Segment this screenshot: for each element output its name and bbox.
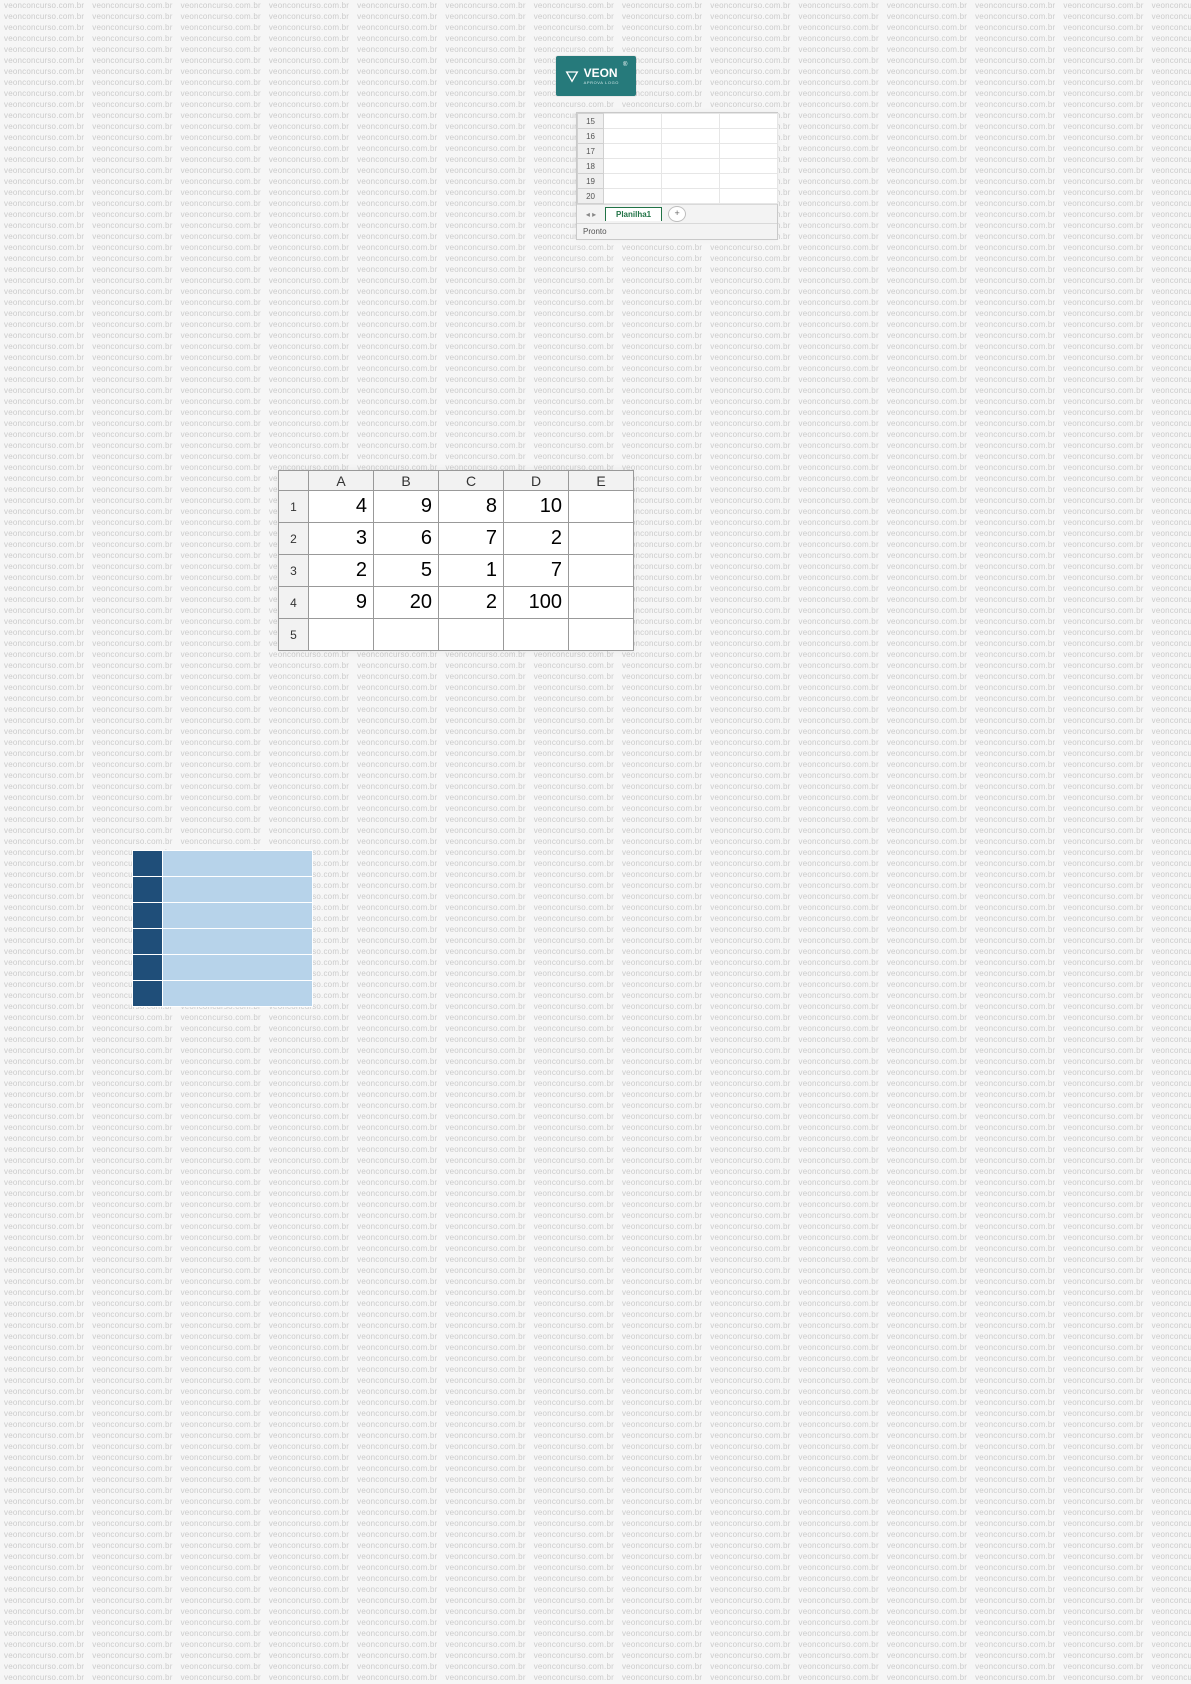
cell[interactable] bbox=[604, 144, 662, 159]
cell[interactable] bbox=[662, 159, 720, 174]
row-header[interactable]: 5 bbox=[279, 619, 309, 651]
column-header[interactable]: D bbox=[504, 471, 569, 491]
row-header[interactable]: 3 bbox=[279, 555, 309, 587]
cell[interactable] bbox=[604, 159, 662, 174]
cell[interactable] bbox=[662, 114, 720, 129]
cell[interactable] bbox=[569, 587, 634, 619]
table-row-body-cell bbox=[163, 929, 313, 955]
cell[interactable] bbox=[504, 619, 569, 651]
cell[interactable]: 8 bbox=[439, 491, 504, 523]
row-header[interactable]: 1 bbox=[279, 491, 309, 523]
cell[interactable] bbox=[720, 159, 778, 174]
select-all-corner[interactable] bbox=[279, 471, 309, 491]
row-header[interactable]: 18 bbox=[578, 159, 604, 174]
nav-prev-icon[interactable]: ◂ ▸ bbox=[577, 210, 605, 219]
cell[interactable]: 9 bbox=[374, 491, 439, 523]
cell[interactable] bbox=[662, 129, 720, 144]
sheet-tab-active[interactable]: Planilha1 bbox=[605, 207, 662, 221]
column-header[interactable]: A bbox=[309, 471, 374, 491]
brand-logo: VEON APROVA LOGO ® bbox=[556, 56, 636, 96]
cell[interactable]: 20 bbox=[374, 587, 439, 619]
cell[interactable]: 2 bbox=[309, 555, 374, 587]
triangle-down-icon bbox=[564, 68, 580, 84]
spreadsheet-tab-snippet: 151617181920 ◂ ▸ Planilha1 + Pronto bbox=[576, 112, 778, 240]
table-row-header-cell bbox=[133, 955, 163, 981]
cell[interactable]: 7 bbox=[504, 555, 569, 587]
cell[interactable]: 4 bbox=[309, 491, 374, 523]
table-row-header-cell bbox=[133, 851, 163, 877]
row-header[interactable]: 15 bbox=[578, 114, 604, 129]
cell[interactable]: 2 bbox=[504, 523, 569, 555]
cell[interactable]: 100 bbox=[504, 587, 569, 619]
table-row-body-cell bbox=[163, 981, 313, 1007]
cell[interactable]: 3 bbox=[309, 523, 374, 555]
spreadsheet-main: ABCDE 1498102367232517492021005 bbox=[278, 470, 634, 651]
table-style-preview bbox=[132, 850, 313, 1007]
table-row-header-cell bbox=[133, 877, 163, 903]
table-row-body-cell bbox=[163, 903, 313, 929]
cell[interactable] bbox=[604, 129, 662, 144]
table-row-body-cell bbox=[163, 877, 313, 903]
row-header[interactable]: 4 bbox=[279, 587, 309, 619]
cell[interactable]: 2 bbox=[439, 587, 504, 619]
cell[interactable] bbox=[662, 144, 720, 159]
table-row-body-cell bbox=[163, 851, 313, 877]
brand-tagline: APROVA LOGO bbox=[584, 80, 619, 85]
cell[interactable] bbox=[569, 491, 634, 523]
row-header[interactable]: 2 bbox=[279, 523, 309, 555]
table-row-body-cell bbox=[163, 955, 313, 981]
column-header[interactable]: E bbox=[569, 471, 634, 491]
cell[interactable] bbox=[439, 619, 504, 651]
cell[interactable] bbox=[569, 555, 634, 587]
sheet-tab-bar: ◂ ▸ Planilha1 + bbox=[577, 204, 777, 223]
cell[interactable] bbox=[604, 174, 662, 189]
table-row-header-cell bbox=[133, 929, 163, 955]
add-sheet-icon[interactable]: + bbox=[668, 206, 686, 222]
cell[interactable]: 10 bbox=[504, 491, 569, 523]
cell[interactable] bbox=[720, 129, 778, 144]
trademark-symbol: ® bbox=[623, 62, 627, 68]
cell[interactable] bbox=[720, 114, 778, 129]
row-header[interactable]: 16 bbox=[578, 129, 604, 144]
brand-name: VEON bbox=[584, 67, 619, 79]
cell[interactable] bbox=[309, 619, 374, 651]
row-header[interactable]: 17 bbox=[578, 144, 604, 159]
cell[interactable] bbox=[374, 619, 439, 651]
cell[interactable] bbox=[604, 189, 662, 204]
table-row-header-cell bbox=[133, 981, 163, 1007]
watermark-background: veonconcurso.com.brveonconcurso.com.brve… bbox=[0, 0, 1191, 1684]
cell[interactable]: 5 bbox=[374, 555, 439, 587]
status-bar: Pronto bbox=[577, 223, 777, 239]
row-header[interactable]: 19 bbox=[578, 174, 604, 189]
table-row-header-cell bbox=[133, 903, 163, 929]
column-header[interactable]: C bbox=[439, 471, 504, 491]
cell[interactable]: 9 bbox=[309, 587, 374, 619]
cell[interactable] bbox=[604, 114, 662, 129]
cell[interactable]: 6 bbox=[374, 523, 439, 555]
cell[interactable]: 1 bbox=[439, 555, 504, 587]
cell[interactable] bbox=[662, 189, 720, 204]
cell[interactable] bbox=[569, 523, 634, 555]
cell[interactable]: 7 bbox=[439, 523, 504, 555]
cell[interactable] bbox=[720, 174, 778, 189]
cell[interactable] bbox=[720, 189, 778, 204]
cell[interactable] bbox=[662, 174, 720, 189]
cell[interactable] bbox=[569, 619, 634, 651]
row-header[interactable]: 20 bbox=[578, 189, 604, 204]
column-header[interactable]: B bbox=[374, 471, 439, 491]
cell[interactable] bbox=[720, 144, 778, 159]
